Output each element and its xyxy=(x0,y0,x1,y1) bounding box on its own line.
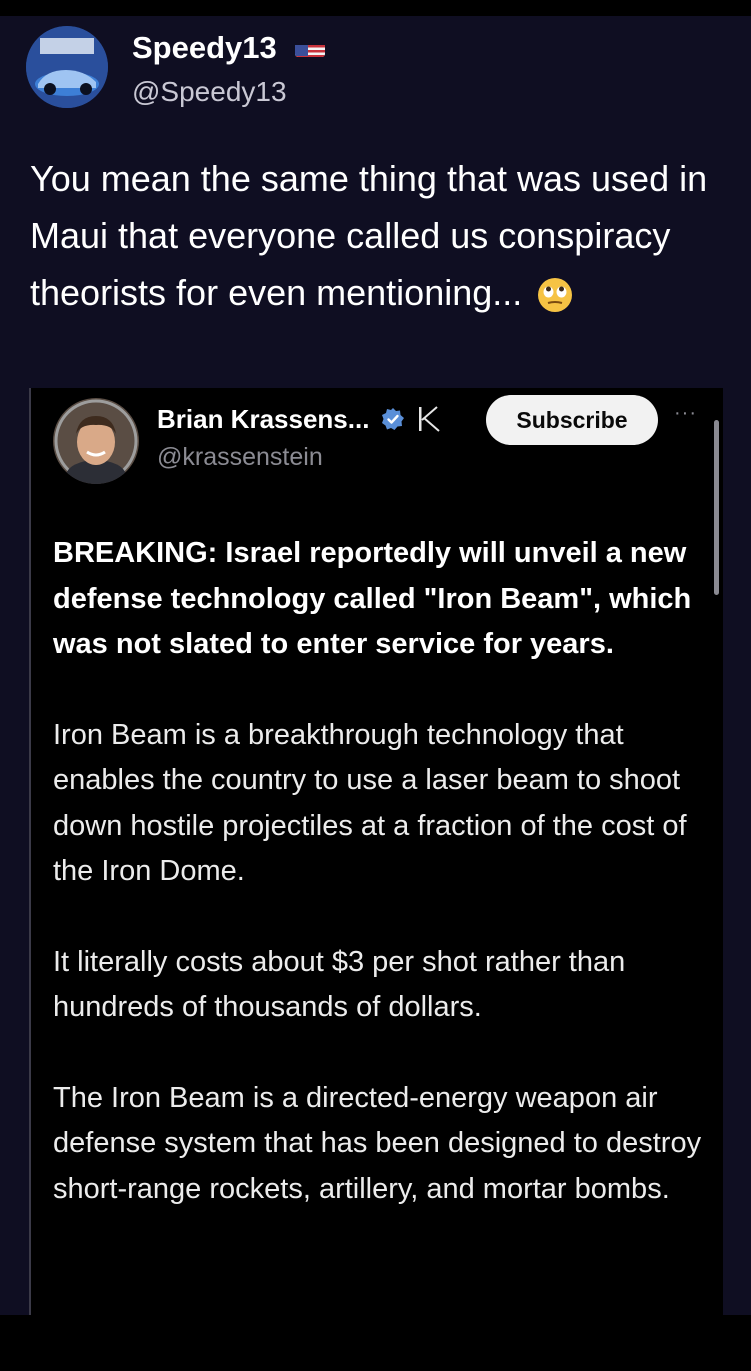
us-flag-icon xyxy=(295,37,326,57)
quoted-post-body: BREAKING: Israel reportedly will unveil … xyxy=(53,531,713,1212)
quoted-author-name[interactable]: Brian Krassens... xyxy=(157,404,444,436)
quoted-author-avatar[interactable] xyxy=(53,398,139,484)
quoted-paragraph: The Iron Beam is a directed-energy weapo… xyxy=(53,1081,702,1205)
k-logo-icon xyxy=(414,404,444,434)
quoted-author-photo xyxy=(53,398,139,484)
quoted-author-name-text: Brian Krassens... xyxy=(157,404,370,434)
more-options-icon[interactable]: ··· xyxy=(674,402,697,425)
post-text-body: You mean the same thing that was used in… xyxy=(30,158,708,313)
post-author-handle[interactable]: @Speedy13 xyxy=(132,76,287,108)
avatar[interactable] xyxy=(26,26,108,108)
quoted-paragraph: It literally costs about $3 per shot rat… xyxy=(53,945,626,1024)
post-author-name[interactable]: Speedy13 xyxy=(132,30,326,66)
top-bar xyxy=(0,0,751,16)
quoted-paragraph-breaking: BREAKING: Israel reportedly will unveil … xyxy=(53,537,692,660)
subscribe-button[interactable]: Subscribe xyxy=(486,395,658,445)
post-text: You mean the same thing that was used in… xyxy=(30,150,730,321)
quoted-post-scrollbar[interactable] xyxy=(714,420,719,595)
avatar-image xyxy=(26,26,108,108)
quoted-paragraph: Iron Beam is a breakthrough technology t… xyxy=(53,718,687,888)
author-name-text: Speedy13 xyxy=(132,30,277,65)
verified-badge-icon xyxy=(381,407,405,431)
quoted-author-handle[interactable]: @krassenstein xyxy=(157,443,323,472)
bottom-bar xyxy=(0,1315,751,1371)
eye-roll-emoji-icon xyxy=(536,273,574,313)
